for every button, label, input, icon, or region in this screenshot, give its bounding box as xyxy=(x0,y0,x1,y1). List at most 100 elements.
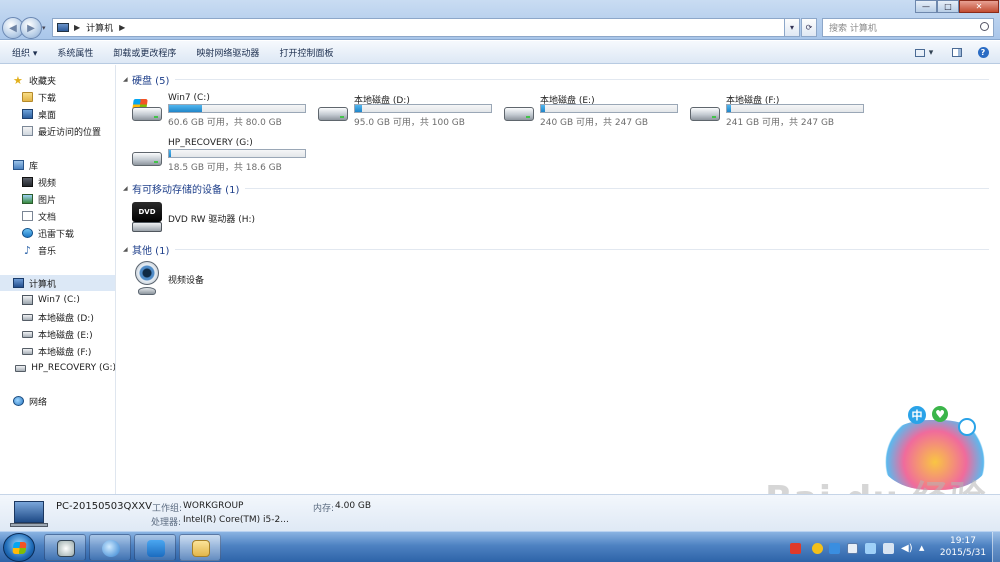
system-drive-icon xyxy=(130,99,164,123)
sidebar-favorites[interactable]: ★ 收藏夹 xyxy=(0,72,115,88)
video-library-icon xyxy=(22,177,33,187)
input-method-icon[interactable] xyxy=(790,543,801,554)
hard-drive-icon xyxy=(688,99,722,123)
drive-item[interactable]: 本地磁盘 (D:) 95.0 GB 可用，共 100 GB xyxy=(316,93,502,135)
forward-arrow-icon: ▶ xyxy=(27,22,35,34)
drive-item[interactable]: Win7 (C:) 60.6 GB 可用，共 80.0 GB xyxy=(130,93,316,135)
hard-drive-icon xyxy=(22,313,33,321)
refresh-icon: ⟳ xyxy=(805,23,813,32)
computer-name: PC-20150503QXXV xyxy=(56,501,152,512)
dvd-drive-item[interactable]: DVD DVD RW 驱动器 (H:) xyxy=(130,200,330,236)
collapse-arrow-icon[interactable]: ◢ xyxy=(123,76,132,83)
breadcrumb-computer[interactable]: 计算机 xyxy=(86,21,113,34)
sidebar-item-xunlei-downloads[interactable]: 迅雷下载 xyxy=(0,225,115,241)
address-bar[interactable]: ▶ 计算机 ▶ xyxy=(52,18,800,37)
group-header-removable[interactable]: ◢ 有可移动存储的设备 (1) xyxy=(123,180,989,196)
drive-item[interactable]: HP_RECOVERY (G:) 18.5 GB 可用，共 18.6 GB xyxy=(130,138,316,180)
forward-button[interactable]: ▶ xyxy=(20,17,42,39)
group-header-hard-disks[interactable]: ◢ 硬盘 (5) xyxy=(123,71,989,87)
start-button[interactable] xyxy=(3,533,35,562)
sidebar-item-documents[interactable]: 文档 xyxy=(0,208,115,224)
sidebar-item-downloads[interactable]: 下载 xyxy=(0,89,115,105)
drive-usage-fill xyxy=(355,105,362,112)
drive-free-space: 241 GB 可用，共 247 GB xyxy=(726,118,835,128)
tray-window-icon[interactable] xyxy=(847,543,858,554)
organize-menu[interactable]: 组织 ▾ xyxy=(0,41,47,64)
view-options-button[interactable]: ▾ xyxy=(910,45,938,60)
close-button[interactable]: ✕ xyxy=(959,0,999,13)
system-properties-button[interactable]: 系统属性 xyxy=(47,41,103,64)
open-control-panel-button[interactable]: 打开控制面板 xyxy=(269,41,343,64)
collapse-arrow-icon[interactable]: ◢ xyxy=(123,185,132,192)
sidebar-item-drive-c[interactable]: Win7 (C:) xyxy=(0,292,115,308)
uninstall-program-button[interactable]: 卸载或更改程序 xyxy=(103,41,186,64)
address-history-dropdown[interactable]: ▾ xyxy=(784,18,800,37)
system-clock[interactable]: 19:17 2015/5/31 xyxy=(936,535,990,559)
preview-pane-button[interactable] xyxy=(950,45,964,60)
collapse-arrow-icon[interactable]: ◢ xyxy=(123,246,132,253)
map-network-drive-button[interactable]: 映射网络驱动器 xyxy=(186,41,269,64)
drive-free-space: 18.5 GB 可用，共 18.6 GB xyxy=(168,163,282,173)
document-library-icon xyxy=(22,211,33,221)
drive-free-space: 60.6 GB 可用，共 80.0 GB xyxy=(168,118,282,128)
sidebar-item-drive-f[interactable]: 本地磁盘 (F:) xyxy=(0,343,115,359)
sidebar-item-pictures[interactable]: 图片 xyxy=(0,191,115,207)
search-icon[interactable] xyxy=(980,22,989,31)
minimize-button[interactable]: — xyxy=(915,0,937,13)
sidebar-item-music[interactable]: ♪ 音乐 xyxy=(0,242,115,258)
taskbar-app-explorer[interactable] xyxy=(179,534,221,561)
video-device-item[interactable]: 视频设备 xyxy=(130,261,330,297)
recent-pages-dropdown[interactable]: ▾ xyxy=(42,24,50,32)
sidebar-computer[interactable]: 计算机 xyxy=(0,275,115,291)
computer-icon xyxy=(57,23,69,32)
hard-drive-icon xyxy=(15,364,27,372)
view-grid-icon xyxy=(914,48,925,57)
drive-name: Win7 (C:) xyxy=(168,93,210,103)
sidebar-item-drive-d[interactable]: 本地磁盘 (D:) xyxy=(0,309,115,325)
sidebar-item-desktop[interactable]: 桌面 xyxy=(0,106,115,122)
network-icon xyxy=(13,396,24,406)
sidebar-item-videos[interactable]: 视频 xyxy=(0,174,115,190)
workgroup-key: 工作组: xyxy=(152,504,183,514)
drive-usage-bar xyxy=(168,149,306,158)
group-header-other[interactable]: ◢ 其他 (1) xyxy=(123,241,989,257)
chevron-right-icon[interactable]: ▶ xyxy=(74,23,80,32)
drive-free-space: 95.0 GB 可用，共 100 GB xyxy=(354,118,465,128)
drive-usage-bar xyxy=(354,104,492,113)
taskbar: ◀) ▲ 19:17 2015/5/31 xyxy=(0,531,1000,562)
maximize-button[interactable]: □ xyxy=(937,0,959,13)
sidebar-network[interactable]: 网络 xyxy=(0,393,115,409)
refresh-button[interactable]: ⟳ xyxy=(801,18,817,37)
video-device-label: 视频设备 xyxy=(168,276,205,286)
security-tray-icon[interactable] xyxy=(829,543,840,554)
clock-time: 19:17 xyxy=(950,536,976,546)
drive-usage-fill xyxy=(169,150,172,157)
command-bar: 组织 ▾ 系统属性 卸载或更改程序 映射网络驱动器 打开控制面板 xyxy=(0,41,1000,64)
sidebar-item-drive-g[interactable]: HP_RECOVERY (G:) xyxy=(0,360,115,376)
network-tray-icon[interactable] xyxy=(883,543,894,554)
sidebar-item-drive-e[interactable]: 本地磁盘 (E:) xyxy=(0,326,115,342)
shield-app-icon xyxy=(57,540,75,557)
tray-app-icon[interactable] xyxy=(812,543,823,554)
show-desktop-button[interactable] xyxy=(992,532,1000,562)
help-button[interactable]: ? xyxy=(976,45,990,60)
taskbar-app-browser[interactable] xyxy=(89,534,131,561)
search-box[interactable]: 搜索 计算机 xyxy=(822,18,994,37)
sidebar-libraries[interactable]: 库 xyxy=(0,157,115,173)
search-placeholder: 搜索 计算机 xyxy=(829,24,877,34)
drive-name: HP_RECOVERY (G:) xyxy=(168,138,253,148)
chevron-right-icon[interactable]: ▶ xyxy=(119,23,125,32)
sidebar-item-recent-places[interactable]: 最近访问的位置 xyxy=(0,123,115,139)
taskbar-app-cloud[interactable] xyxy=(134,534,176,561)
bluetooth-icon[interactable] xyxy=(865,543,876,554)
taskbar-app-security[interactable] xyxy=(44,534,86,561)
windows-logo-icon xyxy=(12,542,27,554)
drive-item[interactable]: 本地磁盘 (F:) 241 GB 可用，共 247 GB xyxy=(688,93,874,135)
cloud-icon xyxy=(147,540,165,557)
hard-drive-icon xyxy=(502,99,536,123)
drive-item[interactable]: 本地磁盘 (E:) 240 GB 可用，共 247 GB xyxy=(502,93,688,135)
show-hidden-icons-icon[interactable]: ▲ xyxy=(919,543,930,554)
volume-icon[interactable]: ◀) xyxy=(901,543,913,554)
download-folder-icon xyxy=(22,92,33,102)
hard-drive-icon xyxy=(316,99,350,123)
